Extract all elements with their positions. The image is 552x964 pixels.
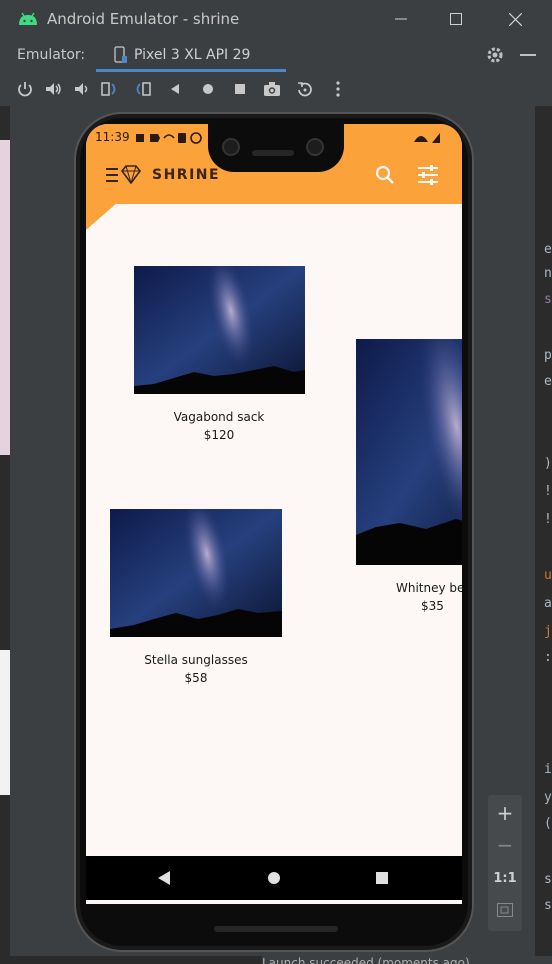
product-name: Vagabond sack: [173, 410, 265, 424]
ide-code-edge: e n s p e)!! u a j: i y(s s: [535, 106, 552, 964]
minimize-icon: [395, 18, 407, 20]
code-glyph: u: [544, 568, 552, 583]
power-icon[interactable]: [16, 80, 34, 98]
home-icon[interactable]: [199, 80, 217, 98]
product-image: [134, 266, 305, 394]
front-camera-left: [222, 138, 240, 156]
rotate-right-icon[interactable]: [134, 80, 152, 98]
code-glyph: :: [544, 650, 552, 665]
milky-way-image: [110, 509, 282, 637]
product-price: $120: [203, 428, 235, 442]
zoom-in-button[interactable]: +: [488, 801, 522, 825]
front-camera-right: [306, 138, 324, 156]
rotate-left-icon[interactable]: [100, 80, 118, 98]
zoom-panel: + − 1:1: [488, 795, 522, 931]
emulator-label: Emulator:: [17, 47, 86, 63]
close-icon: [508, 12, 522, 26]
backdrop-notch: [86, 202, 462, 230]
volume-down-icon[interactable]: [72, 80, 90, 98]
device-icon: [114, 46, 127, 63]
nav-overview-icon[interactable]: [374, 870, 390, 886]
notification-icons: [136, 132, 202, 144]
gear-icon[interactable]: [485, 45, 505, 65]
earpiece-speaker: [252, 150, 294, 156]
phone-screen[interactable]: 11:39 SHRINE Vagabond sack $120 Whitney …: [86, 124, 462, 904]
window-title-bar: Android Emulator - shrine: [0, 0, 552, 38]
milky-way-image: [134, 266, 305, 394]
product-image: [356, 339, 462, 565]
emulator-controls: [0, 72, 552, 106]
code-glyph: e: [544, 242, 552, 257]
code-glyph: ): [544, 456, 552, 471]
code-glyph: a: [544, 596, 552, 611]
search-icon[interactable]: [374, 164, 396, 186]
product-card[interactable]: Whitney belt $35: [356, 339, 462, 619]
device-tab[interactable]: Pixel 3 XL API 29: [96, 38, 286, 72]
window-title: Android Emulator - shrine: [47, 10, 240, 28]
code-glyph: s: [544, 292, 552, 307]
status-time: 11:39: [95, 130, 130, 144]
product-card[interactable]: Stella sunglasses $58: [110, 509, 282, 689]
back-icon[interactable]: [166, 80, 184, 98]
fit-screen-icon[interactable]: [497, 903, 513, 917]
hide-icon[interactable]: [520, 54, 536, 56]
maximize-icon: [450, 13, 462, 25]
minimize-button[interactable]: [372, 0, 430, 38]
code-glyph: n: [544, 266, 552, 281]
zoom-out-button[interactable]: −: [488, 833, 522, 857]
code-glyph: s: [544, 898, 552, 913]
product-name: Whitney belt: [396, 581, 462, 595]
more-icon[interactable]: [329, 80, 347, 98]
zoom-actual-size-button[interactable]: 1:1: [488, 871, 522, 886]
volume-up-icon[interactable]: [44, 80, 62, 98]
code-glyph: i: [544, 762, 552, 777]
brand-name: SHRINE: [152, 167, 221, 183]
code-glyph: !: [544, 512, 552, 527]
emulator-tab-bar: Emulator: Pixel 3 XL API 29: [0, 38, 552, 72]
nav-home-icon[interactable]: [266, 870, 282, 886]
code-glyph: (: [544, 816, 552, 831]
code-glyph: s: [544, 872, 552, 887]
ide-left-panel-lower: [0, 650, 10, 795]
code-glyph: j: [544, 624, 552, 639]
bottom-speaker: [214, 926, 338, 932]
milky-way-image: [356, 339, 462, 565]
product-image: [110, 509, 282, 637]
code-glyph: e: [544, 374, 552, 389]
nav-back-icon[interactable]: [156, 870, 172, 886]
ide-status-text: Launch succeeded (moments ago): [262, 956, 552, 964]
overview-icon[interactable]: [231, 80, 249, 98]
product-price: $58: [184, 671, 208, 685]
replay-icon[interactable]: [296, 80, 314, 98]
device-tab-label: Pixel 3 XL API 29: [134, 47, 251, 63]
code-glyph: y: [544, 790, 552, 805]
code-glyph: p: [544, 348, 552, 363]
android-icon: [19, 12, 37, 25]
system-status-icons: [414, 133, 440, 143]
menu-diamond-icon[interactable]: [106, 164, 142, 186]
product-card[interactable]: Vagabond sack $120: [134, 266, 305, 446]
camera-icon[interactable]: [263, 80, 281, 98]
product-name: Stella sunglasses: [144, 653, 248, 667]
product-price: $35: [421, 599, 444, 613]
ide-left-panel: [0, 140, 10, 455]
code-glyph: !: [544, 484, 552, 499]
maximize-button[interactable]: [427, 0, 485, 38]
brand[interactable]: SHRINE: [106, 164, 220, 186]
close-button[interactable]: [486, 0, 544, 38]
filter-icon[interactable]: [416, 163, 440, 187]
android-nav-bar: [86, 856, 462, 900]
